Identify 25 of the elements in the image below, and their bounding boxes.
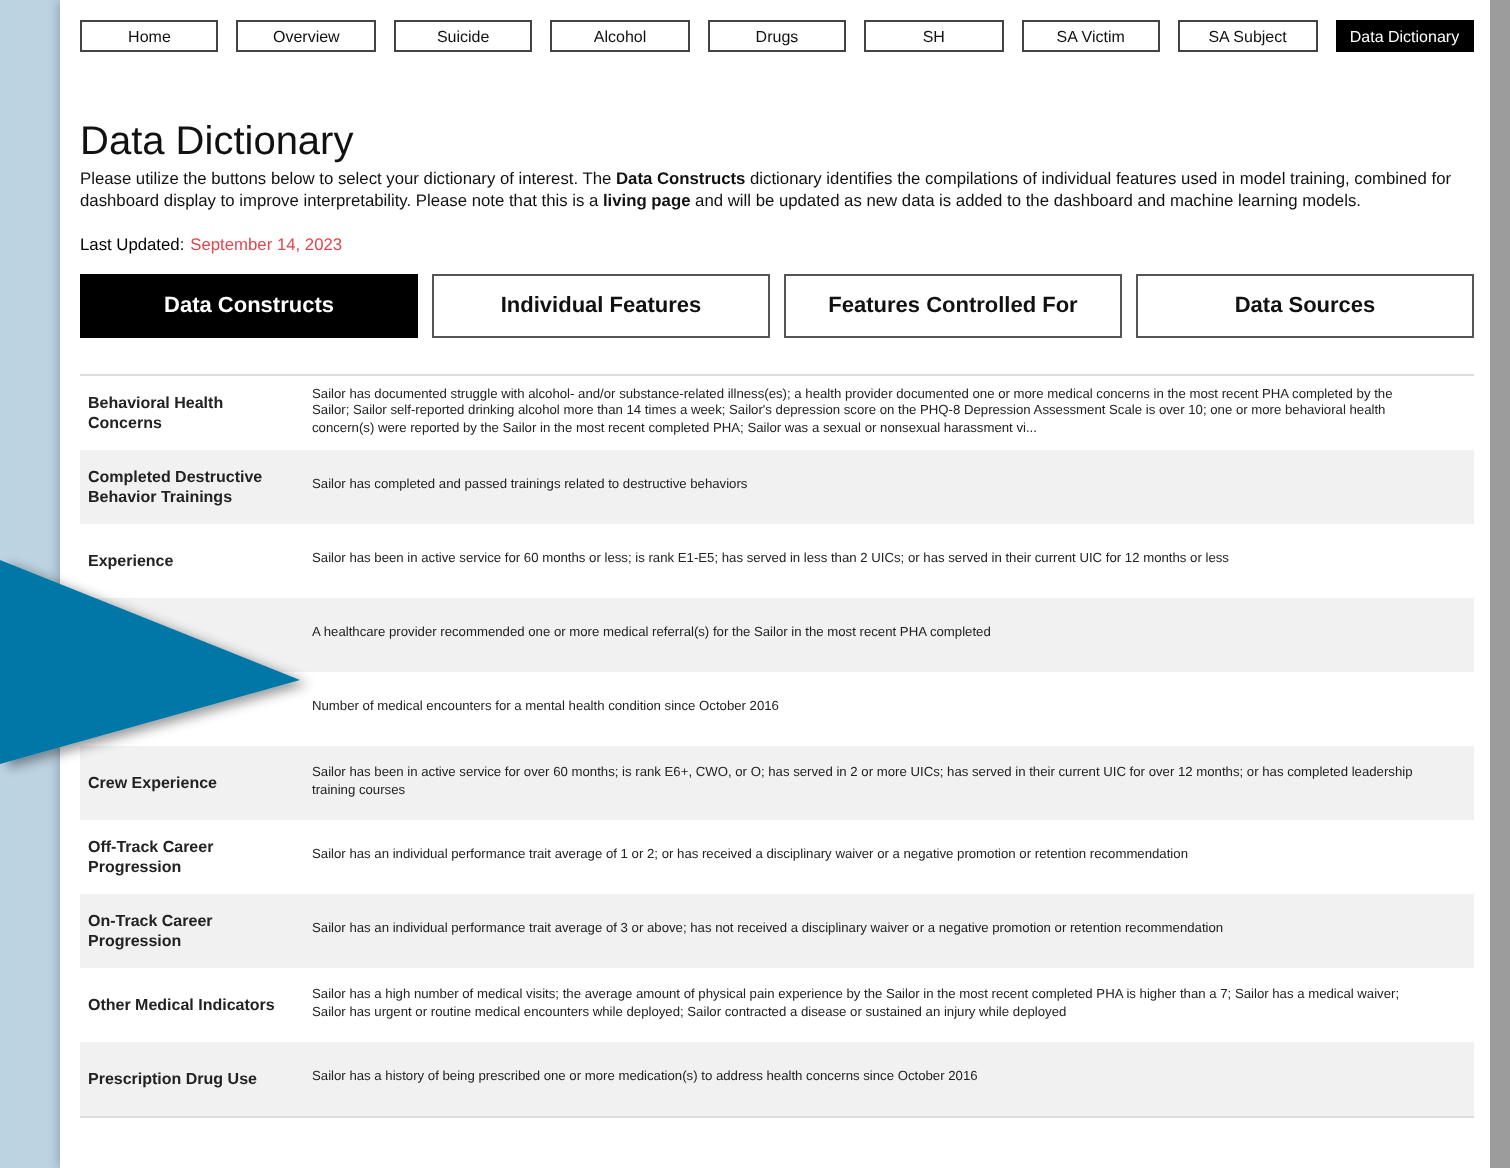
nav-tab[interactable]: Alcohol [550,20,690,52]
term-cell: On-Track Career Progression [88,911,213,949]
nav-tab[interactable]: SA Victim [1021,20,1161,52]
term-cell: Completed Destructive Behavior Trainings [88,467,263,505]
last-updated-date: September 14, 2023 [190,234,343,254]
nav-tab[interactable]: SA Subject [1178,20,1317,52]
dictionary-tab[interactable]: Features Controlled For [784,274,1122,338]
term-cell: Crew Experience [88,773,217,792]
term-cell: Behavioral Health Concerns [88,393,224,431]
nav-tab[interactable]: Suicide [393,20,533,52]
page-title: Data Dictionary [80,120,356,166]
term-cell: Experience [88,551,174,570]
dictionary-tab[interactable]: Data Sources [1136,274,1474,338]
term-cell: Other Medical Indicators [88,995,275,1014]
dictionary-tab[interactable]: Data Constructs [80,274,418,338]
nav-tab[interactable]: SH [864,20,1004,52]
nav-tab[interactable]: Overview [236,20,376,52]
last-updated-label: Last Updated: [80,234,185,254]
dictionary-tab[interactable]: Individual Features [432,274,770,338]
term-cell: Off-Track Career Progression [88,837,214,875]
nav-tab[interactable]: Data Dictionary [1335,20,1474,52]
nav-tab[interactable]: Drugs [707,20,847,52]
term-cell: Prescription Drug Use [88,1069,257,1088]
nav-tab[interactable]: Home [80,20,219,52]
intro-paragraph: Please utilize the buttons below to select your dictionary of interest. The Data Constructs dictionary identifies the compilations of individual features used in model training, combined for dashboard display to improve interpretability. Please note that this is a living page and will be updated as new data is added to the dashboard and machine learning models. [80,168,1454,210]
